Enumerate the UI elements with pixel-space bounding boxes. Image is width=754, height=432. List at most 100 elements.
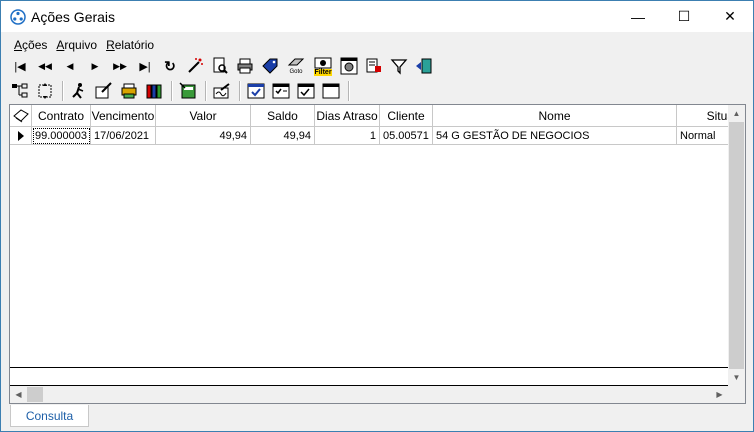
funnel-icon [390, 59, 408, 75]
print-form-button[interactable] [118, 80, 140, 102]
main-window: Ações Gerais — ☐ ✕ Ações Arquivo Relatór… [0, 0, 754, 432]
app-icon [10, 8, 26, 25]
toolbar-navigation: |◀ ◀◀ ◀ ▶ ▶▶ ▶| ↻ Goto Filter [9, 54, 438, 78]
query-window-icon [340, 57, 358, 75]
column-header-dias-atraso[interactable]: Dias Atraso [315, 105, 380, 127]
column-header-contrato[interactable]: Contrato [32, 105, 91, 127]
exit-button[interactable] [413, 55, 435, 77]
menu-bar: Ações Arquivo Relatório [1, 35, 163, 55]
scroll-left-icon[interactable]: ◀ [10, 386, 27, 403]
data-grid[interactable]: Contrato Vencimento Valor Saldo Dias Atr… [9, 104, 746, 404]
scrollbar-corner [728, 386, 745, 403]
grid-header: Contrato Vencimento Valor Saldo Dias Atr… [10, 105, 737, 127]
cell-cliente[interactable]: 05.00571 [380, 127, 433, 145]
move-arrows-icon [38, 83, 52, 99]
print-preview-icon [213, 57, 228, 74]
checkbox-form-icon [297, 83, 315, 99]
close-button[interactable]: ✕ [707, 1, 753, 32]
goto-label: Goto [289, 69, 303, 75]
first-record-button[interactable]: |◀ [9, 55, 31, 77]
filter-icon [314, 57, 332, 68]
run-button[interactable] [68, 80, 90, 102]
cell-vencimento[interactable]: 17/06/2021 [91, 127, 156, 145]
column-header-saldo[interactable]: Saldo [251, 105, 315, 127]
scroll-right-icon[interactable]: ▶ [711, 386, 728, 403]
current-row-indicator [10, 127, 32, 145]
tab-consulta[interactable]: Consulta [10, 405, 89, 427]
books-icon [146, 84, 162, 99]
check-box-button[interactable] [295, 80, 317, 102]
vertical-scrollbar[interactable]: ▲ ▼ [728, 105, 745, 386]
printer-icon [237, 58, 253, 74]
cell-contrato[interactable]: 99.000003 [32, 127, 91, 145]
calculator-icon [179, 82, 196, 99]
toolbar-separator [205, 81, 206, 101]
scroll-up-icon[interactable]: ▲ [728, 105, 745, 122]
table-row[interactable]: 99.000003 17/06/2021 49,94 49,94 1 05.00… [10, 127, 737, 145]
grid-footer-divider [10, 367, 728, 368]
calculator-button[interactable] [177, 80, 199, 102]
toolbar-separator [171, 81, 172, 101]
window-title: Ações Gerais [31, 8, 116, 25]
toolbar-separator [348, 81, 349, 101]
book-icon [12, 108, 29, 122]
column-header-nome[interactable]: Nome [433, 105, 677, 127]
refresh-button[interactable]: ↻ [159, 55, 181, 77]
next-record-button[interactable]: ▶ [84, 55, 106, 77]
books-button[interactable] [143, 80, 165, 102]
tab-bar: Consulta [1, 405, 753, 431]
preview-button[interactable] [209, 55, 231, 77]
next-page-button[interactable]: ▶▶ [109, 55, 131, 77]
menu-arquivo[interactable]: Arquivo [56, 38, 97, 52]
edit-form-icon [95, 82, 112, 99]
check-list-button[interactable] [270, 80, 292, 102]
maximize-button[interactable]: ☐ [661, 1, 707, 32]
sign-button[interactable] [211, 80, 233, 102]
arrows-button[interactable] [34, 80, 56, 102]
title-bar: Ações Gerais — ☐ ✕ [1, 1, 753, 32]
magic-wand-icon [188, 58, 203, 73]
checkbox-list-icon [272, 83, 290, 99]
bookmark-button[interactable] [259, 55, 281, 77]
tree-structure-icon [12, 83, 28, 98]
blank-window-button[interactable] [320, 80, 342, 102]
exit-door-icon [416, 58, 432, 74]
scroll-down-icon[interactable]: ▼ [728, 369, 745, 386]
toolbar-separator [239, 81, 240, 101]
column-header-vencimento[interactable]: Vencimento [91, 105, 156, 127]
prev-page-button[interactable]: ◀◀ [34, 55, 56, 77]
cell-dias-atraso[interactable]: 1 [315, 127, 380, 145]
goto-button[interactable]: Goto [284, 55, 308, 77]
window-check-icon [247, 83, 265, 99]
horizontal-scrollbar[interactable]: ◀ ▶ [10, 386, 728, 403]
cell-saldo[interactable]: 49,94 [251, 127, 315, 145]
menu-relatorio[interactable]: Relatório [106, 38, 154, 52]
blue-tag-icon [262, 58, 278, 74]
horizontal-scroll-thumb[interactable] [27, 387, 43, 402]
cell-valor[interactable]: 49,94 [156, 127, 251, 145]
vertical-scroll-thumb[interactable] [729, 122, 744, 369]
column-header-cliente[interactable]: Cliente [380, 105, 433, 127]
check-window-button[interactable] [245, 80, 267, 102]
export-button[interactable] [363, 55, 385, 77]
funnel-filter-button[interactable] [388, 55, 410, 77]
query-button[interactable] [338, 55, 360, 77]
tree-button[interactable] [9, 80, 31, 102]
filter-button[interactable]: Filter [311, 55, 335, 77]
goto-icon [287, 58, 305, 66]
toolbar-separator [62, 81, 63, 101]
running-person-icon [72, 83, 84, 99]
magic-wand-button[interactable] [184, 55, 206, 77]
print-button[interactable] [234, 55, 256, 77]
blank-window-icon [322, 83, 340, 99]
row-pointer-icon [17, 130, 24, 141]
last-record-button[interactable]: ▶| [134, 55, 156, 77]
prev-record-button[interactable]: ◀ [59, 55, 81, 77]
row-indicator-header [10, 105, 32, 127]
minimize-button[interactable]: — [615, 1, 661, 32]
cell-nome[interactable]: 54 G GESTÃO DE NEGOCIOS [433, 127, 677, 145]
menu-acoes[interactable]: Ações [14, 38, 47, 52]
edit-form-button[interactable] [93, 80, 115, 102]
column-header-valor[interactable]: Valor [156, 105, 251, 127]
document-export-icon [366, 58, 381, 73]
